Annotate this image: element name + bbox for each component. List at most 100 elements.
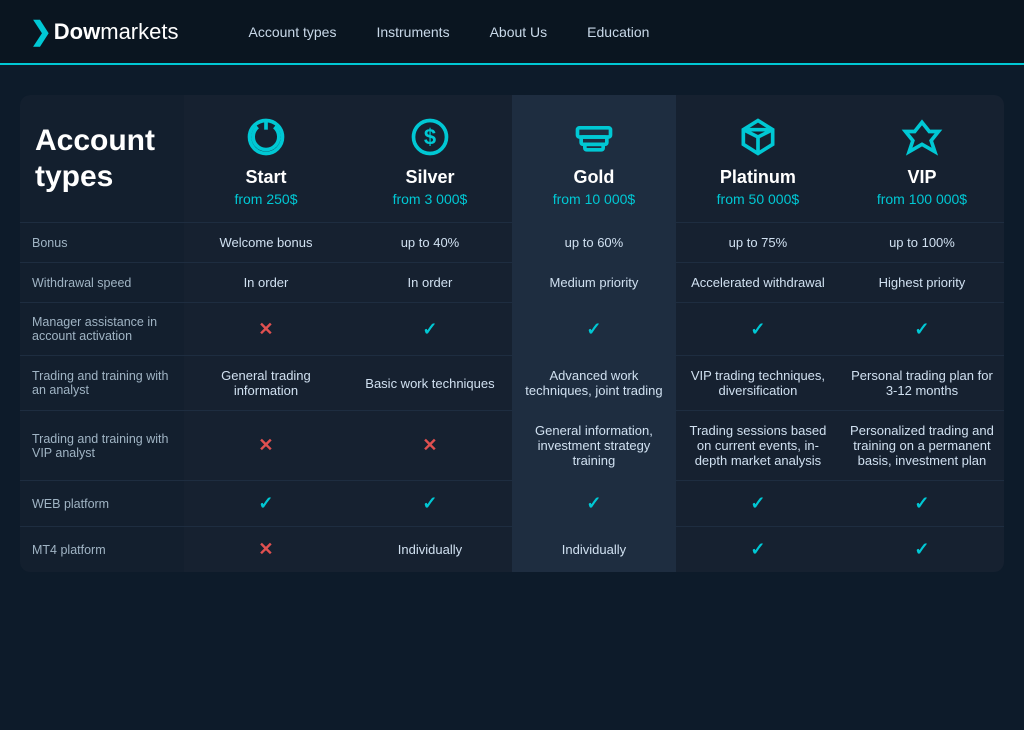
check-icon: ✓	[586, 493, 601, 513]
check-icon: ✓	[586, 319, 601, 339]
row-cell: ✓	[676, 481, 840, 527]
silver-name: Silver	[358, 167, 502, 188]
plan-platinum-header: Platinum from 50 000$	[676, 95, 840, 223]
row-cell: ✕	[184, 411, 348, 481]
row-cell: ✓	[348, 481, 512, 527]
row-cell: In order	[348, 263, 512, 303]
gold-icon	[522, 115, 666, 159]
page-title: Account types	[35, 123, 169, 195]
row-label: Withdrawal speed	[20, 263, 184, 303]
table-row: Trading and training with an analystGene…	[20, 356, 1004, 411]
vip-name: VIP	[850, 167, 994, 188]
check-icon: ✓	[914, 493, 929, 513]
row-cell: ✓	[184, 481, 348, 527]
row-label: Trading and training with an analyst	[20, 356, 184, 411]
row-cell: up to 60%	[512, 223, 676, 263]
check-icon: ✓	[258, 493, 273, 513]
nav-account-types[interactable]: Account types	[249, 20, 337, 44]
gold-name: Gold	[522, 167, 666, 188]
row-cell: Individually	[348, 527, 512, 573]
row-cell: ✓	[676, 303, 840, 356]
start-icon	[194, 115, 338, 159]
row-cell: Trading sessions based on current events…	[676, 411, 840, 481]
silver-icon: $	[358, 115, 502, 159]
platinum-icon	[686, 115, 830, 159]
check-icon: ✓	[422, 493, 437, 513]
vip-price: from 100 000$	[850, 191, 994, 207]
logo-dow: Dow	[54, 19, 100, 45]
platinum-price: from 50 000$	[686, 191, 830, 207]
row-cell: ✓	[512, 481, 676, 527]
cross-icon: ✕	[258, 435, 273, 455]
table-row: Withdrawal speedIn orderIn orderMedium p…	[20, 263, 1004, 303]
account-types-cell: Account types	[20, 95, 184, 223]
cross-icon: ✕	[258, 319, 273, 339]
plan-start-header: Start from 250$	[184, 95, 348, 223]
table-row: BonusWelcome bonusup to 40%up to 60%up t…	[20, 223, 1004, 263]
row-cell: Welcome bonus	[184, 223, 348, 263]
row-cell: ✓	[840, 481, 1004, 527]
row-cell: Accelerated withdrawal	[676, 263, 840, 303]
nav-education[interactable]: Education	[587, 20, 649, 44]
check-icon: ✓	[750, 319, 765, 339]
row-cell: Advanced work techniques, joint trading	[512, 356, 676, 411]
table-row: MT4 platform ✕ IndividuallyIndividually ✓ ✓	[20, 527, 1004, 573]
check-icon: ✓	[750, 493, 765, 513]
row-label: MT4 platform	[20, 527, 184, 573]
cross-icon: ✕	[258, 539, 273, 559]
logo: ❯ Dowmarkets	[30, 16, 179, 47]
table-row: WEB platform ✓ ✓ ✓ ✓ ✓	[20, 481, 1004, 527]
row-cell: ✓	[348, 303, 512, 356]
start-price: from 250$	[194, 191, 338, 207]
row-label: Bonus	[20, 223, 184, 263]
row-label: Trading and training with VIP analyst	[20, 411, 184, 481]
row-cell: In order	[184, 263, 348, 303]
row-cell: Personalized trading and training on a p…	[840, 411, 1004, 481]
row-cell: up to 100%	[840, 223, 1004, 263]
row-cell: Personal trading plan for 3-12 months	[840, 356, 1004, 411]
row-cell: ✓	[676, 527, 840, 573]
comparison-table: Account types Start	[20, 95, 1004, 572]
row-cell: Basic work techniques	[348, 356, 512, 411]
cross-icon: ✕	[422, 435, 437, 455]
navigation: ❯ Dowmarkets Account types Instruments A…	[0, 0, 1024, 65]
silver-price: from 3 000$	[358, 191, 502, 207]
row-cell: General information, investment strategy…	[512, 411, 676, 481]
row-cell: up to 40%	[348, 223, 512, 263]
row-cell: ✓	[840, 527, 1004, 573]
row-cell: Highest priority	[840, 263, 1004, 303]
row-cell: ✕	[348, 411, 512, 481]
svg-text:$: $	[424, 124, 436, 149]
plan-gold-header: Gold from 10 000$	[512, 95, 676, 223]
check-icon: ✓	[422, 319, 437, 339]
gold-price: from 10 000$	[522, 191, 666, 207]
plan-silver-header: $ Silver from 3 000$	[348, 95, 512, 223]
row-cell: ✕	[184, 527, 348, 573]
row-cell: Individually	[512, 527, 676, 573]
row-cell: General trading information	[184, 356, 348, 411]
header-row: Account types Start	[20, 95, 1004, 223]
nav-instruments[interactable]: Instruments	[376, 20, 449, 44]
table-row: Manager assistance in account activation…	[20, 303, 1004, 356]
vip-icon	[850, 115, 994, 159]
row-cell: ✕	[184, 303, 348, 356]
row-cell: Medium priority	[512, 263, 676, 303]
plan-vip-header: VIP from 100 000$	[840, 95, 1004, 223]
row-label: Manager assistance in account activation	[20, 303, 184, 356]
table-row: Trading and training with VIP analyst ✕ ✕ G…	[20, 411, 1004, 481]
check-icon: ✓	[914, 319, 929, 339]
check-icon: ✓	[914, 539, 929, 559]
table-body: BonusWelcome bonusup to 40%up to 60%up t…	[20, 223, 1004, 573]
start-name: Start	[194, 167, 338, 188]
nav-about-us[interactable]: About Us	[490, 20, 548, 44]
comparison-wrapper: Account types Start	[20, 95, 1004, 572]
platinum-name: Platinum	[686, 167, 830, 188]
row-cell: up to 75%	[676, 223, 840, 263]
row-cell: ✓	[840, 303, 1004, 356]
logo-markets: markets	[100, 19, 178, 45]
row-cell: VIP trading techniques, diversification	[676, 356, 840, 411]
row-cell: ✓	[512, 303, 676, 356]
check-icon: ✓	[750, 539, 765, 559]
row-label: WEB platform	[20, 481, 184, 527]
logo-arrow-icon: ❯	[30, 16, 52, 47]
